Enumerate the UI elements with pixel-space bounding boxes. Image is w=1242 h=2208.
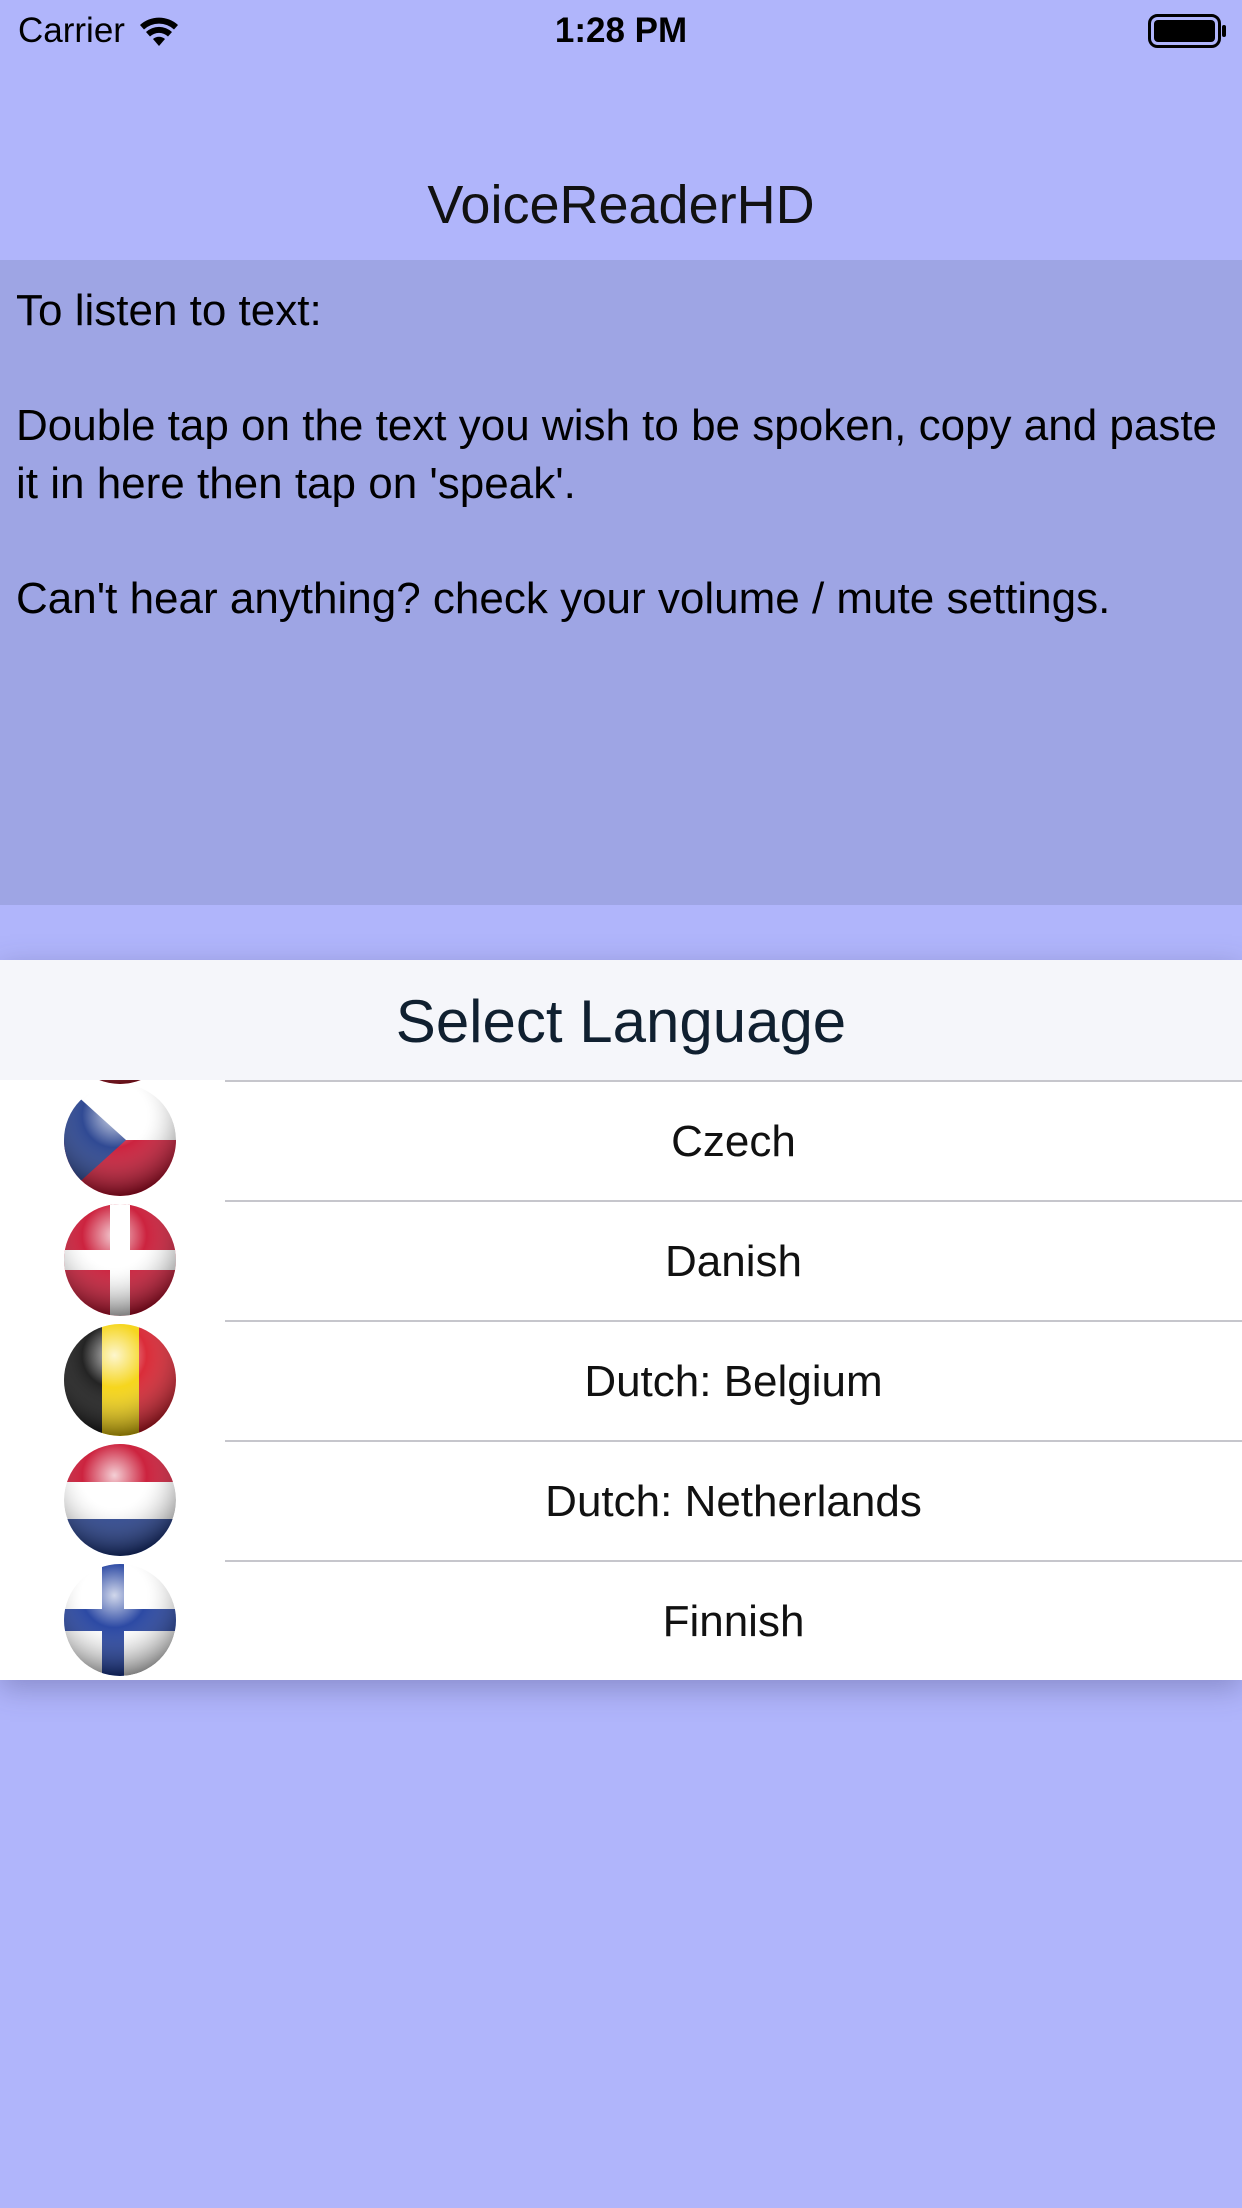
status-time: 1:28 PM — [554, 11, 688, 50]
language-picker: Select Language Czech Danish Dutch: Belg… — [0, 960, 1242, 1680]
czech-flag-icon — [64, 1084, 176, 1196]
danish-flag-icon — [64, 1204, 176, 1316]
picker-title: Select Language — [0, 960, 1242, 1080]
language-list[interactable]: Czech Danish Dutch: Belgium Dutch: Nethe… — [0, 1080, 1242, 1680]
language-row-dutch-belgium[interactable]: Dutch: Belgium — [0, 1320, 1242, 1440]
language-row-finnish[interactable]: Finnish — [0, 1560, 1242, 1680]
language-row-danish[interactable]: Danish — [0, 1200, 1242, 1320]
language-label: Dutch: Netherlands — [545, 1477, 922, 1526]
language-label: Danish — [665, 1237, 802, 1286]
language-label: Dutch: Belgium — [584, 1357, 883, 1406]
text-input-area[interactable]: To listen to text: Double tap on the tex… — [0, 260, 1242, 905]
language-label: Czech — [671, 1117, 796, 1166]
battery-icon — [1148, 14, 1228, 48]
finland-flag-icon — [64, 1564, 176, 1676]
language-row-dutch-netherlands[interactable]: Dutch: Netherlands — [0, 1440, 1242, 1560]
status-bar: Carrier 1:28 PM — [0, 0, 1242, 62]
netherlands-flag-icon — [64, 1444, 176, 1556]
language-label: Finnish — [662, 1597, 805, 1646]
language-row-czech[interactable]: Czech — [0, 1080, 1242, 1200]
nav-title: VoiceReaderHD — [427, 175, 815, 235]
belgium-flag-icon — [64, 1324, 176, 1436]
